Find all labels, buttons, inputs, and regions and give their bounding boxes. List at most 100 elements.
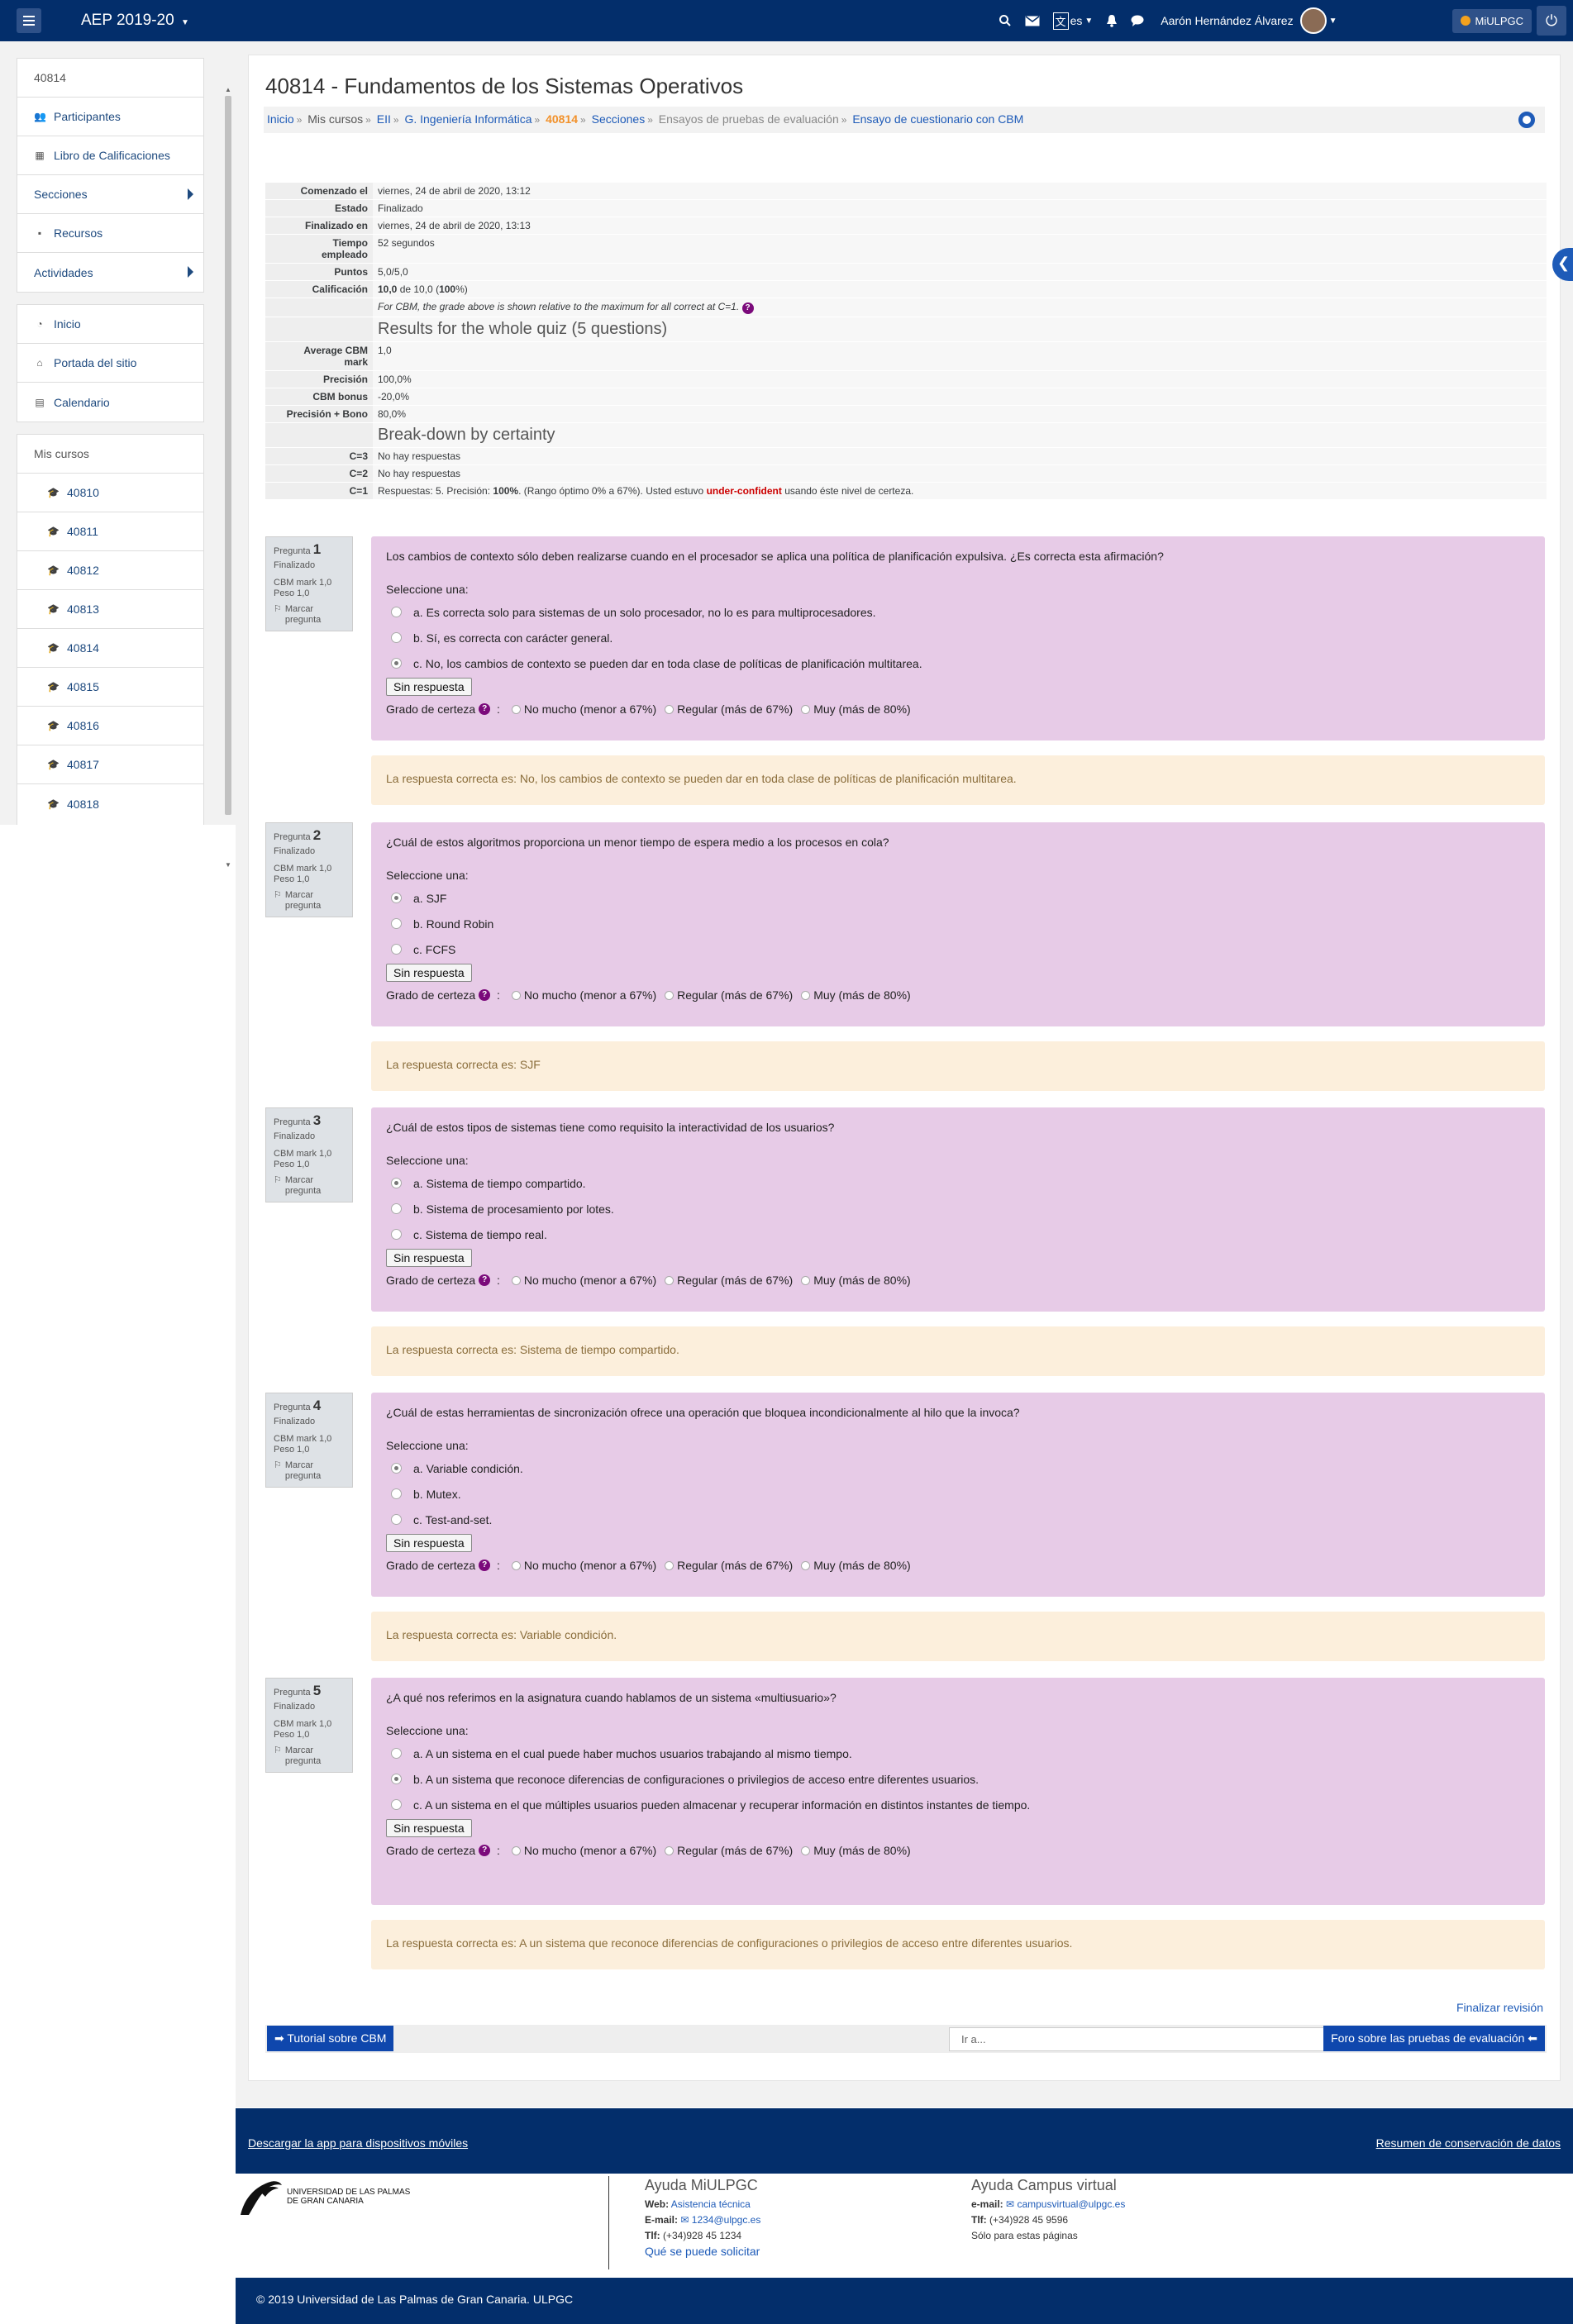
- answer-option[interactable]: a. Variable condición.: [386, 1455, 1530, 1481]
- sidebar-item-course-40815[interactable]: 🎓 40815: [17, 668, 203, 707]
- radio-button[interactable]: [391, 1488, 402, 1499]
- radio-button[interactable]: [391, 1203, 402, 1214]
- search-icon[interactable]: [999, 14, 1012, 27]
- radio-button[interactable]: [665, 1845, 674, 1855]
- sidebar-item-calendario[interactable]: ▤ Calendario: [17, 383, 203, 421]
- answer-option[interactable]: c. FCFS: [386, 936, 1530, 962]
- flag-question-button[interactable]: ⚐ Marcar pregunta: [274, 1745, 345, 1767]
- answer-option[interactable]: a. SJF: [386, 885, 1530, 911]
- radio-button[interactable]: [511, 704, 521, 714]
- user-name[interactable]: Aarón Hernández Álvarez: [1161, 14, 1293, 27]
- sidebar-item-portada[interactable]: ⌂ Portada del sitio: [17, 344, 203, 383]
- certainty-option-high[interactable]: Muy (más de 80%): [813, 1559, 910, 1572]
- radio-button[interactable]: [511, 1560, 521, 1570]
- finish-review-link[interactable]: Finalizar revisión: [1456, 2001, 1543, 2014]
- email-link[interactable]: 1234@ulpgc.es: [692, 2214, 761, 2226]
- support-link[interactable]: Asistencia técnica: [671, 2198, 751, 2210]
- radio-button[interactable]: [391, 1229, 402, 1240]
- data-retention-link[interactable]: Resumen de conservación de datos: [1376, 2136, 1561, 2150]
- scroll-up-icon[interactable]: ▲: [225, 86, 231, 93]
- answer-option[interactable]: a. Es correcta solo para sistemas de un …: [386, 599, 1530, 625]
- sidebar-item-course-40812[interactable]: 🎓 40812: [17, 551, 203, 590]
- menu-toggle-button[interactable]: [17, 8, 41, 33]
- answer-option[interactable]: b. Round Robin: [386, 911, 1530, 936]
- radio-button[interactable]: [391, 607, 402, 617]
- radio-button[interactable]: [665, 1560, 674, 1570]
- help-icon[interactable]: ?: [479, 1274, 491, 1286]
- answer-option[interactable]: b. Mutex.: [386, 1481, 1530, 1507]
- sidebar-item-course-40818[interactable]: 🎓 40818: [17, 784, 203, 823]
- answer-option[interactable]: b. Sistema de procesamiento por lotes.: [386, 1196, 1530, 1222]
- certainty-option-mid[interactable]: Regular (más de 67%): [677, 1844, 793, 1857]
- radio-button[interactable]: [511, 1845, 521, 1855]
- radio-button[interactable]: [391, 1774, 402, 1784]
- radio-button[interactable]: [391, 658, 402, 669]
- radio-button[interactable]: [391, 918, 402, 929]
- chat-icon[interactable]: [1131, 15, 1144, 26]
- radio-button[interactable]: [391, 944, 402, 955]
- no-answer-button[interactable]: Sin respuesta: [386, 678, 472, 696]
- radio-button[interactable]: [665, 704, 674, 714]
- radio-button[interactable]: [511, 990, 521, 1000]
- radio-button[interactable]: [665, 1275, 674, 1285]
- radio-button[interactable]: [391, 1463, 402, 1474]
- breadcrumb-quiz[interactable]: Ensayo de cuestionario con CBM: [852, 112, 1023, 126]
- power-icon[interactable]: ⏻: [1537, 6, 1566, 36]
- radio-button[interactable]: [391, 1748, 402, 1759]
- what-to-request-link[interactable]: Qué se puede solicitar: [645, 2245, 760, 2258]
- gear-icon[interactable]: [1518, 112, 1535, 128]
- radio-button[interactable]: [801, 1275, 811, 1285]
- flag-question-button[interactable]: ⚐ Marcar pregunta: [274, 1175, 345, 1197]
- help-icon[interactable]: ?: [741, 302, 754, 314]
- answer-option[interactable]: b. A un sistema que reconoce diferencias…: [386, 1766, 1530, 1792]
- help-icon[interactable]: ?: [479, 989, 491, 1001]
- breadcrumb-grado[interactable]: G. Ingeniería Informática: [404, 112, 531, 126]
- answer-option[interactable]: c. No, los cambios de contexto se pueden…: [386, 650, 1530, 676]
- sidebar-item-secciones[interactable]: Secciones: [17, 175, 203, 214]
- breadcrumb-inicio[interactable]: Inicio: [267, 112, 294, 126]
- flag-question-button[interactable]: ⚐ Marcar pregunta: [274, 604, 345, 626]
- radio-button[interactable]: [665, 990, 674, 1000]
- prev-activity-button[interactable]: ➡ Tutorial sobre CBM: [267, 2026, 394, 2051]
- sidebar-item-course-40814[interactable]: 🎓 40814: [17, 629, 203, 668]
- certainty-option-mid[interactable]: Regular (más de 67%): [677, 1274, 793, 1287]
- breadcrumb-secciones[interactable]: Secciones: [592, 112, 646, 126]
- email-link[interactable]: campusvirtual@ulpgc.es: [1017, 2198, 1125, 2210]
- radio-button[interactable]: [511, 1275, 521, 1285]
- certainty-option-mid[interactable]: Regular (más de 67%): [677, 702, 793, 716]
- flag-question-button[interactable]: ⚐ Marcar pregunta: [274, 890, 345, 912]
- download-app-link[interactable]: Descargar la app para dispositivos móvil…: [248, 2136, 468, 2150]
- radio-button[interactable]: [391, 632, 402, 643]
- radio-button[interactable]: [801, 1560, 811, 1570]
- answer-option[interactable]: c. Test-and-set.: [386, 1507, 1530, 1532]
- no-answer-button[interactable]: Sin respuesta: [386, 1534, 472, 1552]
- sidebar-item-course[interactable]: 40814: [17, 59, 203, 98]
- scroll-down-icon[interactable]: ▼: [225, 861, 231, 869]
- radio-button[interactable]: [391, 1514, 402, 1525]
- flag-question-button[interactable]: ⚐ Marcar pregunta: [274, 1460, 345, 1482]
- breadcrumb-eii[interactable]: EII: [377, 112, 391, 126]
- sidebar-item-recursos[interactable]: ▪ Recursos: [17, 214, 203, 253]
- certainty-option-low[interactable]: No mucho (menor a 67%): [524, 1274, 656, 1287]
- no-answer-button[interactable]: Sin respuesta: [386, 1249, 472, 1267]
- no-answer-button[interactable]: Sin respuesta: [386, 1819, 472, 1837]
- help-icon[interactable]: ?: [479, 703, 491, 715]
- certainty-option-low[interactable]: No mucho (menor a 67%): [524, 1844, 656, 1857]
- avatar[interactable]: [1299, 7, 1327, 34]
- miulpgc-button[interactable]: MiULPGC: [1452, 8, 1532, 33]
- sidebar-item-course-40810[interactable]: 🎓 40810: [17, 474, 203, 512]
- certainty-option-high[interactable]: Muy (más de 80%): [813, 1844, 910, 1857]
- mail-icon[interactable]: [1025, 15, 1040, 26]
- next-activity-button[interactable]: Foro sobre las pruebas de evaluación ⬅: [1323, 2026, 1545, 2051]
- radio-button[interactable]: [391, 1799, 402, 1810]
- answer-option[interactable]: c. Sistema de tiempo real.: [386, 1222, 1530, 1247]
- certainty-option-low[interactable]: No mucho (menor a 67%): [524, 1559, 656, 1572]
- radio-button[interactable]: [391, 1178, 402, 1188]
- answer-option[interactable]: b. Sí, es correcta con carácter general.: [386, 625, 1530, 650]
- bell-icon[interactable]: [1106, 14, 1118, 27]
- certainty-option-mid[interactable]: Regular (más de 67%): [677, 988, 793, 1002]
- sidebar-item-participantes[interactable]: 👥 Participantes: [17, 98, 203, 136]
- sidebar-item-course-40811[interactable]: 🎓 40811: [17, 512, 203, 551]
- answer-option[interactable]: a. A un sistema en el cual puede haber m…: [386, 1741, 1530, 1766]
- certainty-option-mid[interactable]: Regular (más de 67%): [677, 1559, 793, 1572]
